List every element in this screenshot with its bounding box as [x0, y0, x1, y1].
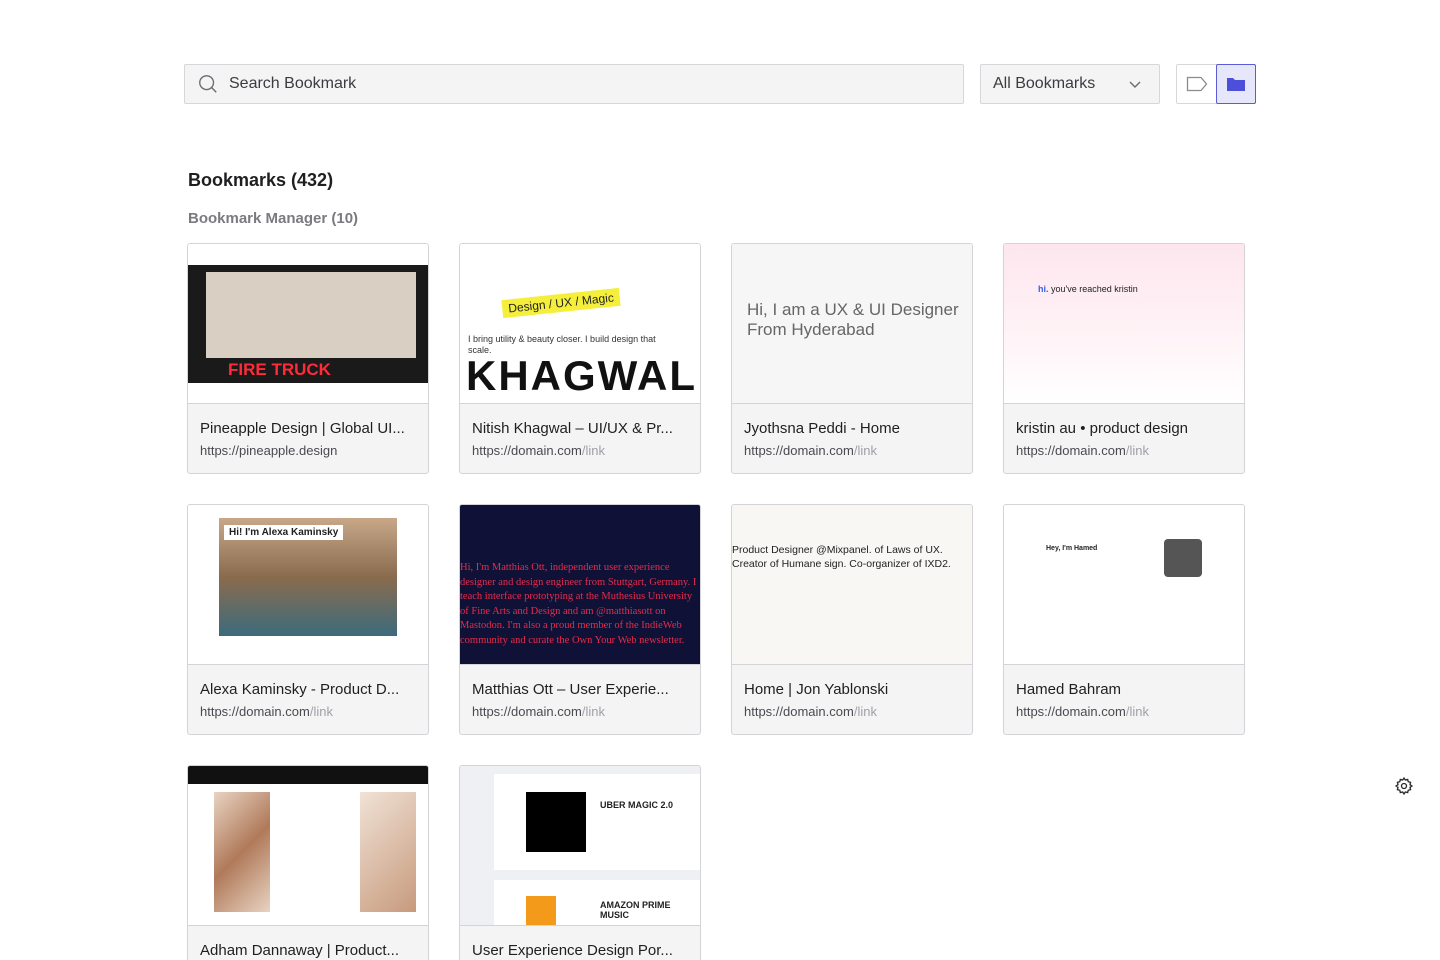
group-title: Bookmark Manager (10) [188, 210, 359, 227]
thumbnail-emphasis: hi. [1038, 284, 1049, 294]
toolbar: All Bookmarks [184, 64, 1256, 104]
bookmark-card[interactable]: Hey, I'm Hamed Hamed Bahram https://doma… [1003, 504, 1245, 735]
bookmark-url[interactable]: https://domain.com/link [472, 443, 605, 458]
thumbnail-text: Hi, I'm Matthias Ott, independent user e… [460, 562, 697, 646]
bookmark-thumbnail [188, 766, 428, 926]
bookmark-title[interactable]: Home | Jon Yablonski [744, 681, 964, 698]
bookmark-card[interactable]: Hi, I'm Matthias Ott, independent user e… [459, 504, 701, 735]
bookmark-thumbnail: Hi, I'm Matthias Ott, independent user e… [460, 505, 700, 665]
search-icon [199, 75, 217, 93]
page-title: Bookmarks (432) [188, 170, 334, 190]
bookmark-thumbnail: Product Designer @Mixpanel. of Laws of U… [732, 505, 972, 665]
folder-icon [1227, 78, 1246, 91]
bookmark-title[interactable]: Matthias Ott – User Experie... [472, 681, 692, 698]
bookmark-title[interactable]: Pineapple Design | Global UI... [200, 420, 420, 437]
bookmark-url[interactable]: https://domain.com/link [200, 704, 333, 719]
bookmark-card[interactable]: Product Designer @Mixpanel. of Laws of U… [731, 504, 973, 735]
thumbnail-text: you've reached kristin [1051, 284, 1138, 294]
thumbnail-text: KHAGWAL [466, 352, 697, 399]
bookmark-card[interactable]: Design / UX / Magic I bring utility & be… [459, 243, 701, 474]
bookmark-url[interactable]: https://domain.com/link [744, 704, 877, 719]
thumbnail-text: Hi! I'm Alexa Kaminsky [224, 525, 344, 540]
search-input[interactable] [229, 75, 929, 93]
bookmark-card[interactable]: UBER MAGIC 2.0 AMAZON PRIME MUSIC User E… [459, 765, 701, 960]
bookmark-url[interactable]: https://domain.com/link [1016, 704, 1149, 719]
bookmark-url[interactable]: https://pineapple.design [200, 443, 337, 458]
bookmark-url[interactable]: https://domain.com/link [744, 443, 877, 458]
filter-selected-label: All Bookmarks [993, 75, 1096, 92]
bookmark-card[interactable]: Hi, I am a UX & UI Designer From Hyderab… [731, 243, 973, 474]
bookmark-thumbnail: Design / UX / Magic I bring utility & be… [460, 244, 700, 404]
bookmark-thumbnail: Hey, I'm Hamed [1004, 505, 1244, 665]
thumbnail-text-2: AMAZON PRIME MUSIC [600, 900, 671, 920]
bookmark-title[interactable]: Adham Dannaway | Product... [200, 942, 420, 959]
tag-icon [1186, 76, 1208, 92]
bookmark-thumbnail: Hi, I am a UX & UI Designer From Hyderab… [732, 244, 972, 404]
thumbnail-text: UBER MAGIC 2.0 [600, 800, 674, 810]
thumbnail-text: Hey, I'm Hamed [1046, 545, 1098, 552]
thumbnail-text: Hi, I am a UX & UI Designer From Hyderab… [747, 300, 959, 339]
bookmark-card[interactable]: Adham Dannaway | Product... [187, 765, 429, 960]
thumbnail-highlight: Design / UX / Magic [501, 287, 621, 319]
chevron-down-icon [1129, 81, 1141, 88]
bookmark-title[interactable]: User Experience Design Por... [472, 942, 692, 959]
bookmark-url[interactable]: https://domain.com/link [1016, 443, 1149, 458]
bookmark-title[interactable]: kristin au • product design [1016, 420, 1236, 437]
bookmark-thumbnail: Hi! I'm Alexa Kaminsky [188, 505, 428, 665]
bookmark-card[interactable]: FIRE TRUCK Pineapple Design | Global UI.… [187, 243, 429, 474]
bookmark-url[interactable]: https://domain.com/link [472, 704, 605, 719]
bookmark-title[interactable]: Jyothsna Peddi - Home [744, 420, 964, 437]
thumbnail-text: Product Designer @Mixpanel. of Laws of U… [732, 544, 951, 570]
bookmark-thumbnail: hi. you've reached kristin [1004, 244, 1244, 404]
thumbnail-text: FIRE TRUCK [228, 360, 331, 379]
bookmark-title[interactable]: Alexa Kaminsky - Product D... [200, 681, 420, 698]
bookmark-card[interactable]: hi. you've reached kristin kristin au • … [1003, 243, 1245, 474]
tag-view-button[interactable] [1177, 65, 1216, 103]
bookmark-thumbnail: FIRE TRUCK [188, 244, 428, 404]
thumbnail-avatar [1164, 539, 1202, 577]
gear-icon[interactable] [1394, 776, 1414, 796]
search-bar[interactable] [184, 64, 964, 104]
folder-view-button[interactable] [1216, 64, 1256, 104]
bookmark-card[interactable]: Hi! I'm Alexa Kaminsky Alexa Kaminsky - … [187, 504, 429, 735]
bookmark-title[interactable]: Hamed Bahram [1016, 681, 1236, 698]
view-toggle [1176, 64, 1256, 104]
bookmark-thumbnail: UBER MAGIC 2.0 AMAZON PRIME MUSIC [460, 766, 700, 926]
bookmark-filter-select[interactable]: All Bookmarks [980, 64, 1160, 104]
bookmark-title[interactable]: Nitish Khagwal – UI/UX & Pr... [472, 420, 692, 437]
